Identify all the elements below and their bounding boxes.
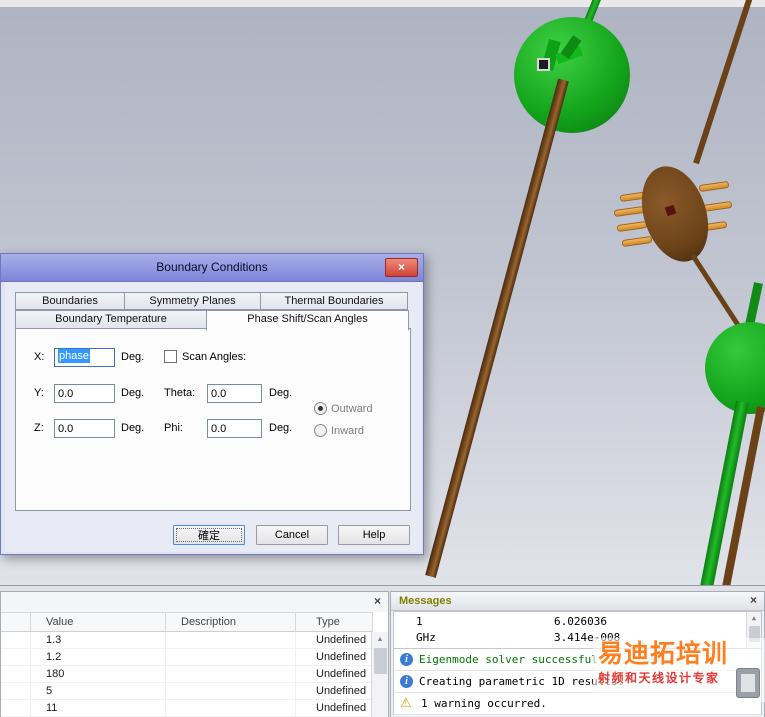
parameter-table-scrollbar[interactable]: ▲ bbox=[371, 632, 388, 717]
freq-cell: GHz bbox=[416, 631, 436, 644]
close-icon: × bbox=[397, 260, 405, 274]
feed-rod-main bbox=[425, 78, 569, 578]
cancel-button[interactable]: Cancel bbox=[256, 525, 328, 545]
connector-pin bbox=[698, 180, 730, 193]
help-button[interactable]: Help bbox=[338, 525, 410, 545]
close-icon: × bbox=[749, 593, 757, 607]
cell-description bbox=[166, 683, 296, 699]
table-row[interactable]: 11 Undefined bbox=[1, 700, 373, 717]
feed-rod-link bbox=[690, 253, 741, 328]
messages-title: Messages bbox=[399, 595, 452, 607]
info-icon: i bbox=[400, 675, 413, 688]
scan-angles-label[interactable]: Scan Angles: bbox=[182, 351, 246, 363]
close-icon: × bbox=[373, 594, 381, 608]
dialog-titlebar[interactable]: Boundary Conditions × bbox=[1, 254, 423, 282]
table-row[interactable]: 1.2 Undefined bbox=[1, 649, 373, 666]
tab-phase-shift-scan-angles[interactable]: Phase Shift/Scan Angles bbox=[206, 310, 409, 331]
watermark-logo-icon bbox=[736, 668, 760, 698]
cell-value: 180 bbox=[31, 666, 166, 682]
table-row[interactable]: 1.3 Undefined bbox=[1, 632, 373, 649]
tab-boundaries[interactable]: Boundaries bbox=[15, 292, 125, 310]
table-row[interactable]: 5 Undefined bbox=[1, 683, 373, 700]
tab-boundary-temperature[interactable]: Boundary Temperature bbox=[15, 310, 207, 329]
z-deg-label: Deg. bbox=[121, 422, 145, 434]
y-deg-label: Deg. bbox=[121, 387, 145, 399]
watermark: 易迪拓培训 射频和天线设计专家 bbox=[593, 638, 765, 702]
dialog-close-button[interactable]: × bbox=[385, 258, 418, 277]
x-label: X: bbox=[34, 351, 45, 363]
cell-value: 1.2 bbox=[31, 649, 166, 665]
antenna-sphere-right bbox=[705, 322, 765, 414]
cell-value: 5 bbox=[31, 683, 166, 699]
x-deg-label: Deg. bbox=[121, 351, 145, 363]
table-row[interactable]: 180 Undefined bbox=[1, 666, 373, 683]
inward-label[interactable]: Inward bbox=[331, 425, 364, 437]
cell-value: 1.3 bbox=[31, 632, 166, 648]
outward-radio[interactable] bbox=[314, 402, 327, 415]
info-icon: i bbox=[400, 653, 413, 666]
connector-disk bbox=[630, 157, 720, 271]
parameter-panel-titlebar bbox=[1, 592, 388, 612]
viewport-top-edge bbox=[0, 0, 765, 7]
feed-rod-top-right bbox=[693, 0, 754, 165]
scroll-up-icon[interactable]: ▲ bbox=[372, 632, 388, 647]
message-text: 1 warning occurred. bbox=[421, 697, 547, 710]
z-label: Z: bbox=[34, 422, 44, 434]
parameter-table-body: 1.3 Undefined 1.2 Undefined 180 Undefine… bbox=[1, 632, 373, 717]
x-input-selected-text: phase bbox=[58, 349, 90, 363]
dialog-client-area: Boundaries Symmetry Planes Thermal Bound… bbox=[5, 282, 421, 552]
cell-type: Undefined bbox=[296, 649, 373, 665]
y-input[interactable] bbox=[54, 384, 115, 403]
connector-pin bbox=[616, 220, 648, 233]
column-header-value[interactable]: Value bbox=[31, 613, 166, 631]
column-header-type[interactable]: Type bbox=[296, 613, 373, 631]
messages-titlebar[interactable]: Messages × bbox=[391, 592, 764, 611]
cell-value: 11 bbox=[31, 700, 166, 716]
x-input[interactable]: phase bbox=[54, 348, 115, 367]
dialog-title: Boundary Conditions bbox=[156, 260, 268, 274]
z-input[interactable] bbox=[54, 419, 115, 438]
inward-radio[interactable] bbox=[314, 424, 327, 437]
parameter-panel-close-button[interactable]: × bbox=[370, 595, 385, 609]
scroll-up-icon[interactable]: ▲ bbox=[747, 612, 761, 625]
messages-close-button[interactable]: × bbox=[746, 594, 761, 608]
port-marker bbox=[537, 58, 550, 71]
scan-angles-checkbox[interactable] bbox=[164, 350, 177, 363]
message-text: Eigenmode solver successful bbox=[419, 653, 598, 666]
parameter-table-header: Value Description Type bbox=[1, 612, 373, 632]
cell-type: Undefined bbox=[296, 700, 373, 716]
cell-description bbox=[166, 700, 296, 716]
scrollbar-thumb[interactable] bbox=[373, 648, 387, 674]
warning-icon: ⚠ bbox=[400, 696, 412, 711]
tab-row-2: Boundary Temperature Phase Shift/Scan An… bbox=[15, 310, 409, 331]
outward-label[interactable]: Outward bbox=[331, 403, 373, 415]
tab-row-1: Boundaries Symmetry Planes Thermal Bound… bbox=[15, 292, 408, 310]
tab-thermal-boundaries[interactable]: Thermal Boundaries bbox=[260, 292, 408, 310]
parameter-list-panel: × Value Description Type 1.3 Undefined 1… bbox=[0, 591, 389, 717]
watermark-title: 易迪拓培训 bbox=[598, 640, 729, 668]
cell-type: Undefined bbox=[296, 666, 373, 682]
cell-description bbox=[166, 649, 296, 665]
antenna-sphere-top bbox=[514, 17, 630, 133]
cell-type: Undefined bbox=[296, 632, 373, 648]
cell-description bbox=[166, 632, 296, 648]
cell-description bbox=[166, 666, 296, 682]
phi-input[interactable] bbox=[207, 419, 262, 438]
column-header-description[interactable]: Description bbox=[166, 613, 296, 631]
y-label: Y: bbox=[34, 387, 44, 399]
connector-pin bbox=[613, 205, 645, 218]
phi-deg-label: Deg. bbox=[269, 422, 293, 434]
tab-symmetry-planes[interactable]: Symmetry Planes bbox=[124, 292, 261, 310]
column-header-blank[interactable] bbox=[1, 613, 31, 631]
theta-deg-label: Deg. bbox=[269, 387, 293, 399]
phase-shift-pane: X: phase Deg. Scan Angles: Y: Deg. Theta… bbox=[15, 328, 411, 511]
theta-input[interactable] bbox=[207, 384, 262, 403]
theta-label: Theta: bbox=[164, 387, 196, 399]
phi-label: Phi: bbox=[164, 422, 183, 434]
boundary-conditions-dialog: Boundary Conditions × Boundaries Symmetr… bbox=[0, 253, 424, 555]
radio-dot bbox=[318, 406, 323, 411]
connector-pin bbox=[621, 235, 653, 248]
cell-type: Undefined bbox=[296, 683, 373, 699]
ok-button[interactable]: 確定 bbox=[173, 525, 245, 545]
